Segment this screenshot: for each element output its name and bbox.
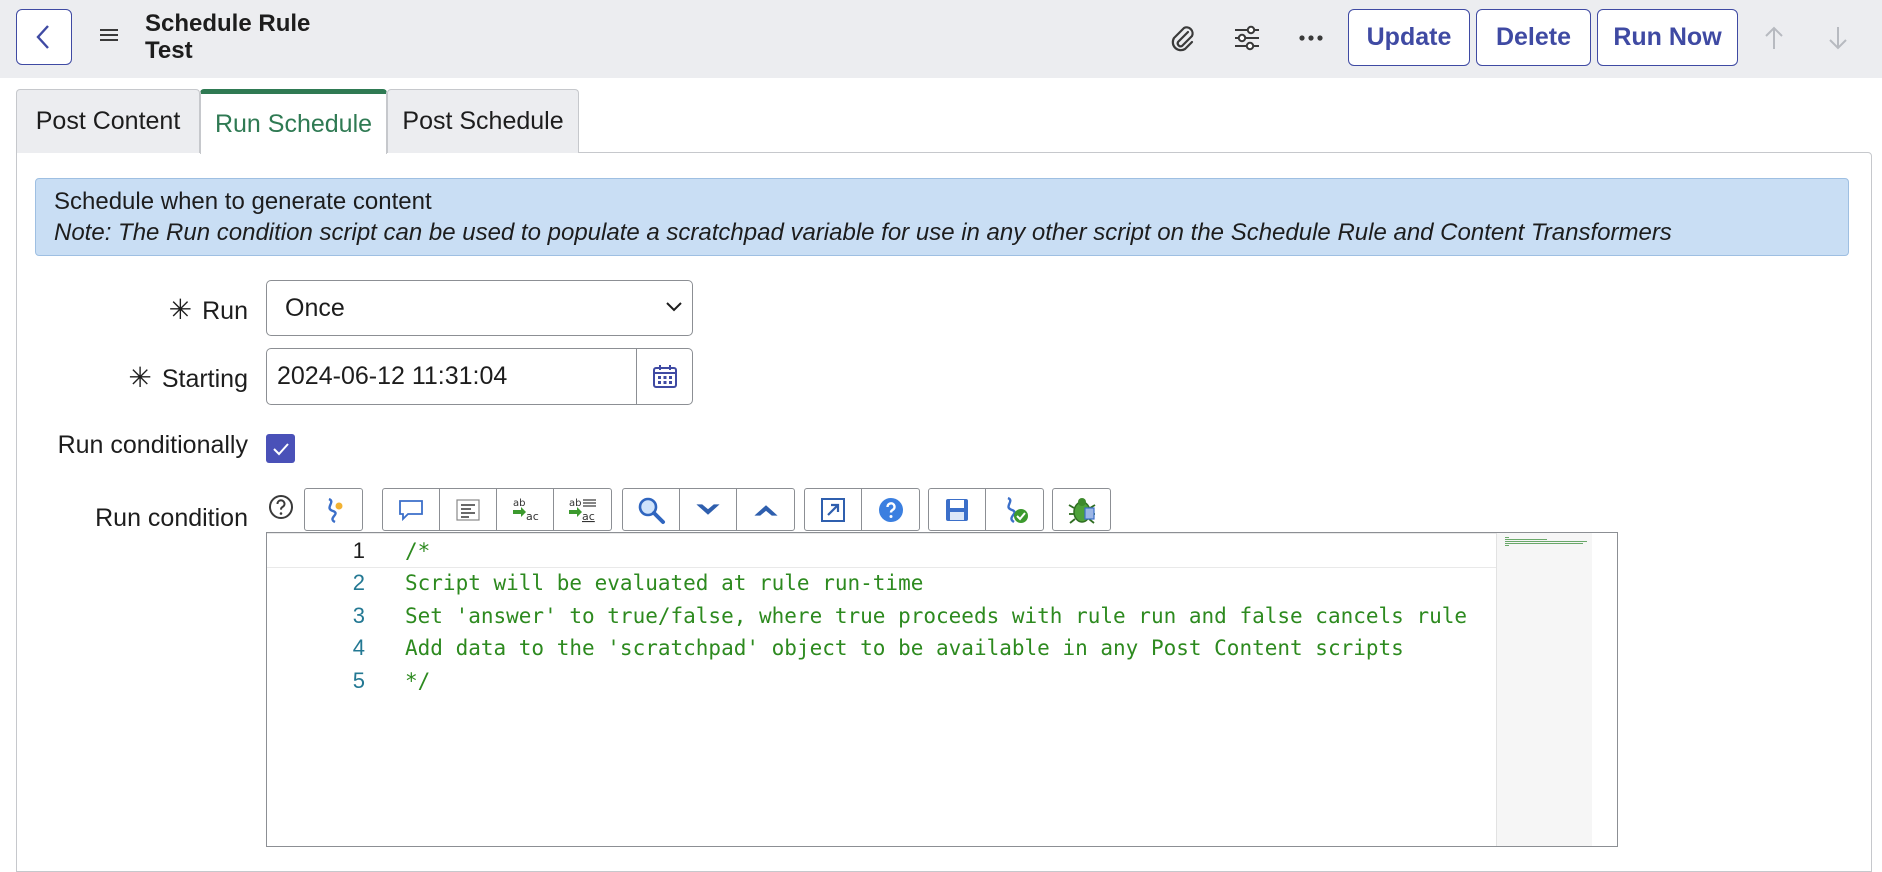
arrow-up-icon[interactable] <box>1758 22 1790 54</box>
code-line: 3 Set 'answer' to true/false, where true… <box>267 599 1497 632</box>
run-conditionally-checkbox[interactable] <box>266 434 295 463</box>
script-toolbar-group-2: ab ac ab ac <box>382 488 612 531</box>
script-toolbar-group-3 <box>622 488 795 531</box>
fullscreen-icon[interactable] <box>805 489 862 530</box>
code-line: 2 Script will be evaluated at rule run-t… <box>267 566 1497 599</box>
run-conditionally-label: Run conditionally <box>57 431 248 459</box>
settings-sliders-icon[interactable] <box>1231 22 1263 54</box>
svg-text:ab: ab <box>569 498 581 509</box>
script-help-icon[interactable] <box>862 489 919 530</box>
arrow-down-icon[interactable] <box>1822 22 1854 54</box>
tab-run-schedule[interactable]: Run Schedule <box>200 89 387 154</box>
comment-icon[interactable] <box>383 489 440 530</box>
required-asterisk-icon: ✳ <box>128 362 152 393</box>
script-editor[interactable]: 1 /* 2 Script will be evaluated at rule … <box>266 532 1618 847</box>
calendar-button[interactable] <box>636 348 693 405</box>
run-select[interactable]: Once <box>266 280 693 336</box>
tab-post-schedule[interactable]: Post Schedule <box>387 89 579 153</box>
svg-text:ab: ab <box>513 498 525 509</box>
code-text: /* <box>405 538 431 563</box>
form-header: Schedule Rule Test Update Delete Run Now <box>0 0 1882 78</box>
info-message: Schedule when to generate content Note: … <box>35 178 1849 256</box>
run-select-value: Once <box>285 293 345 322</box>
checkmark-icon <box>272 442 289 455</box>
tab-post-content[interactable]: Post Content <box>16 89 200 153</box>
chevron-down-icon <box>666 302 682 312</box>
search-icon[interactable] <box>623 489 680 530</box>
editor-minimap[interactable] <box>1496 533 1592 846</box>
code-line: 5 */ <box>267 664 1497 697</box>
script-toolbar-group-1 <box>304 488 363 531</box>
starting-label-wrap: ✳ Starting <box>128 361 248 394</box>
line-number: 3 <box>352 602 365 628</box>
back-button[interactable] <box>16 9 72 65</box>
calendar-icon <box>652 364 677 388</box>
hamburger-menu-icon[interactable] <box>96 22 122 48</box>
find-previous-icon[interactable] <box>737 489 794 530</box>
code-line: 1 /* <box>267 533 1497 568</box>
replace-all-icon[interactable]: ab ac <box>554 489 611 530</box>
code-text: Script will be evaluated at rule run-tim… <box>405 570 924 595</box>
line-number: 5 <box>352 667 365 693</box>
script-toolbar-group-6 <box>1052 488 1111 531</box>
run-now-button[interactable]: Run Now <box>1597 9 1738 66</box>
line-number: 1 <box>352 537 365 563</box>
code-text: Add data to the 'scratchpad' object to b… <box>405 635 1404 660</box>
svg-text:ac: ac <box>582 510 595 523</box>
required-asterisk-icon: ✳ <box>168 294 193 325</box>
starting-date-input[interactable]: 2024-06-12 11:31:04 <box>266 348 637 405</box>
save-icon[interactable] <box>929 489 986 530</box>
delete-button[interactable]: Delete <box>1476 9 1591 66</box>
help-circle-icon[interactable] <box>268 494 294 520</box>
svg-text:ac: ac <box>526 510 539 523</box>
info-heading: Schedule when to generate content <box>54 188 432 215</box>
script-include-icon[interactable] <box>305 489 362 530</box>
run-label-wrap: ✳ Run <box>169 293 248 326</box>
line-number: 4 <box>352 634 365 660</box>
page-title: Schedule Rule Test <box>145 10 311 64</box>
code-line: 4 Add data to the 'scratchpad' object to… <box>267 631 1497 664</box>
script-toolbar-group-5 <box>928 488 1044 531</box>
run-label: Run <box>202 297 248 325</box>
format-code-icon[interactable] <box>440 489 497 530</box>
syntax-check-icon[interactable] <box>986 489 1043 530</box>
info-note: Note: The Run condition script can be us… <box>54 219 1672 246</box>
debugger-bug-icon[interactable] <box>1053 489 1110 530</box>
run-condition-label: Run condition <box>95 504 248 532</box>
more-options-icon[interactable] <box>1295 22 1327 54</box>
update-button[interactable]: Update <box>1348 9 1470 66</box>
attachment-icon[interactable] <box>1166 22 1198 54</box>
replace-icon[interactable]: ab ac <box>497 489 554 530</box>
starting-label: Starting <box>161 365 248 393</box>
script-toolbar-group-4 <box>804 488 920 531</box>
chevron-left-icon <box>36 25 49 49</box>
code-text: Set 'answer' to true/false, where true p… <box>405 603 1468 628</box>
line-number: 2 <box>352 569 365 595</box>
find-next-icon[interactable] <box>680 489 737 530</box>
code-text: */ <box>405 668 431 693</box>
